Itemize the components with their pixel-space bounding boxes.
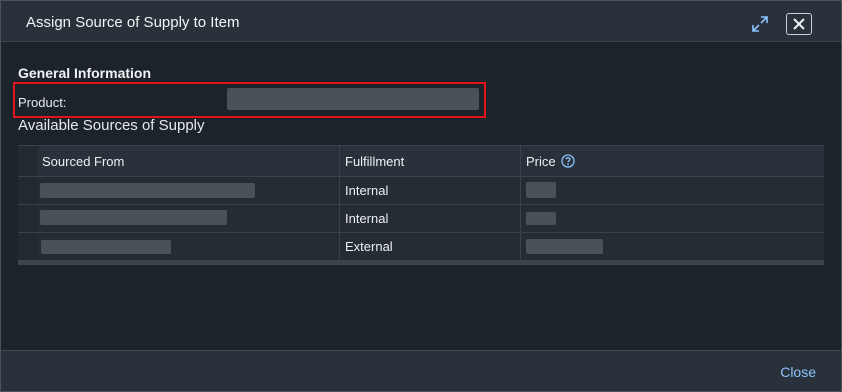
dialog-footer: Close [1,350,841,391]
assign-source-dialog: Assign Source of Supply to Item General … [0,0,842,392]
price-header-label: Price [526,154,556,169]
fulfillment-cell: Internal [345,183,389,198]
sourced-from-redacted [40,210,227,225]
fulfillment-cell: Internal [345,211,389,226]
price-redacted [526,239,603,254]
table-footer-bar [18,261,824,265]
table-row[interactable]: Internal [18,177,824,205]
dialog-title: Assign Source of Supply to Item [26,14,240,31]
expand-icon [752,16,768,32]
price-redacted [526,182,556,198]
sourced-from-redacted [40,183,255,198]
dialog-content: General Information Product: Available S… [1,42,841,350]
table-row[interactable]: External [18,233,824,261]
close-button[interactable]: Close [780,364,816,380]
available-sources-heading: Available Sources of Supply [18,117,205,134]
column-header-fulfillment[interactable]: Fulfillment [345,154,404,169]
product-highlight-box [13,82,486,118]
column-header-sourced-from[interactable]: Sourced From [42,154,124,169]
sourced-from-redacted [41,240,171,254]
close-icon [793,18,805,30]
general-information-heading: General Information [18,65,152,81]
dialog-header: Assign Source of Supply to Item [1,1,841,42]
sources-table: Sourced From Fulfillment Price Internal … [18,145,824,265]
price-redacted [526,212,556,225]
table-row[interactable]: Internal [18,205,824,233]
column-header-price[interactable]: Price [526,154,575,169]
close-dialog-button[interactable] [786,13,812,35]
table-header: Sourced From Fulfillment Price [18,145,824,177]
expand-button[interactable] [747,13,773,35]
fulfillment-cell: External [345,239,393,254]
help-circle-icon[interactable] [561,154,575,168]
